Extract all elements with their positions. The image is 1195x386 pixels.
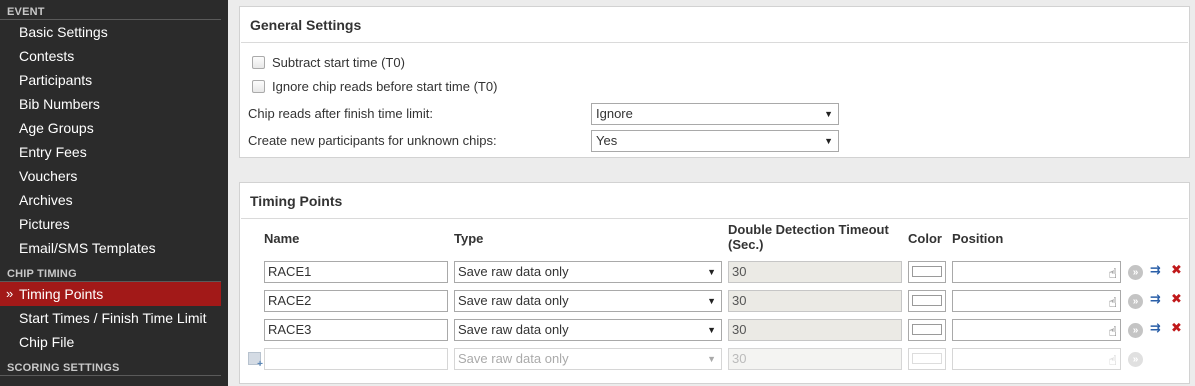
column-header-type: Type: [454, 231, 484, 246]
new-color-picker[interactable]: [908, 348, 946, 370]
column-header-position: Position: [952, 231, 1004, 246]
sidebar-item-chip-file[interactable]: Chip File: [0, 330, 228, 354]
sidebar-item-label: Timing Points: [19, 286, 104, 302]
hand-pointer-icon[interactable]: ☝: [1108, 321, 1117, 341]
color-picker[interactable]: [908, 319, 946, 341]
timing-table-header: Name Type Double Detection Timeout (Sec.…: [240, 219, 1189, 257]
sidebar-item-basic-settings[interactable]: Basic Settings: [0, 20, 228, 44]
new-timing-point-row: Save raw data only ▼ 30 ☝ »: [240, 344, 1189, 373]
chevron-down-icon: ▼: [824, 135, 833, 146]
go-button-icon[interactable]: »: [1128, 323, 1143, 338]
timing-points-panel: Timing Points Name Type Double Detection…: [239, 182, 1190, 384]
column-header-color: Color: [908, 231, 942, 246]
sidebar-item-start-times[interactable]: Start Times / Finish Time Limit: [0, 306, 228, 330]
double-detection-input[interactable]: 30: [728, 290, 902, 312]
chevron-down-icon: ▼: [707, 267, 716, 277]
sidebar-item-entry-fees[interactable]: Entry Fees: [0, 140, 228, 164]
chevron-down-icon: ▼: [707, 325, 716, 335]
new-timing-point-type-select[interactable]: Save raw data only ▼: [454, 348, 722, 370]
ignore-chip-reads-label: Ignore chip reads before start time (T0): [272, 78, 498, 94]
new-timing-point-name-input[interactable]: [264, 348, 448, 370]
subtract-start-time-label: Subtract start time (T0): [272, 54, 405, 70]
timing-point-name-input[interactable]: RACE1: [264, 261, 448, 283]
sidebar: EVENT Basic Settings Contests Participan…: [0, 0, 228, 386]
subtract-start-time-row: Subtract start time (T0): [240, 50, 1189, 74]
hand-pointer-icon[interactable]: ☝: [1108, 263, 1117, 283]
ignore-chip-reads-row: Ignore chip reads before start time (T0): [240, 74, 1189, 98]
finish-limit-value: Ignore: [596, 105, 633, 121]
active-marker-icon: »: [6, 286, 14, 301]
general-settings-panel: General Settings Subtract start time (T0…: [239, 6, 1190, 158]
color-picker[interactable]: [908, 261, 946, 283]
finish-limit-row: Chip reads after finish time limit: Igno…: [240, 100, 1189, 127]
timing-point-name-input[interactable]: RACE3: [264, 319, 448, 341]
timing-point-type-select[interactable]: Save raw data only ▼: [454, 319, 722, 341]
delete-icon[interactable]: ✖: [1171, 262, 1182, 278]
section-header-event: EVENT: [0, 5, 221, 20]
sidebar-item-email-sms-templates[interactable]: Email/SMS Templates: [0, 236, 228, 260]
double-detection-input[interactable]: 30: [728, 261, 902, 283]
table-row: RACE2 Save raw data only ▼ 30 ☝ » ⇉ ✖: [240, 286, 1189, 315]
new-double-detection-input[interactable]: 30: [728, 348, 902, 370]
section-header-chip-timing: CHIP TIMING: [0, 267, 221, 282]
link-icon[interactable]: ⇉: [1150, 320, 1161, 336]
unknown-chips-select[interactable]: Yes ▼: [591, 129, 839, 152]
go-button-icon[interactable]: »: [1128, 265, 1143, 280]
go-button-icon[interactable]: »: [1128, 294, 1143, 309]
position-input[interactable]: ☝: [952, 290, 1121, 312]
position-input[interactable]: ☝: [952, 319, 1121, 341]
delete-icon[interactable]: ✖: [1171, 291, 1182, 307]
sidebar-item-timing-points[interactable]: » Timing Points: [0, 282, 221, 306]
timing-point-name-input[interactable]: RACE2: [264, 290, 448, 312]
general-settings-title: General Settings: [241, 7, 1188, 43]
finish-limit-select[interactable]: Ignore ▼: [591, 102, 839, 125]
unknown-chips-label: Create new participants for unknown chip…: [248, 133, 497, 148]
sidebar-item-pictures[interactable]: Pictures: [0, 212, 228, 236]
sidebar-item-archives[interactable]: Archives: [0, 188, 228, 212]
column-header-double-detection: Double Detection Timeout (Sec.): [728, 222, 889, 252]
sidebar-item-participants[interactable]: Participants: [0, 68, 228, 92]
subtract-start-time-checkbox[interactable]: [252, 55, 265, 69]
column-header-name: Name: [264, 231, 300, 246]
table-row: RACE1 Save raw data only ▼ 30 ☝ » ⇉ ✖: [240, 257, 1189, 286]
chevron-down-icon: ▼: [824, 108, 833, 119]
link-icon[interactable]: ⇉: [1150, 262, 1161, 278]
sidebar-item-contests[interactable]: Contests: [0, 44, 228, 68]
sidebar-item-vouchers[interactable]: Vouchers: [0, 164, 228, 188]
ignore-chip-reads-checkbox[interactable]: [252, 79, 265, 93]
sidebar-item-bib-numbers[interactable]: Bib Numbers: [0, 92, 228, 116]
chevron-down-icon: ▼: [707, 354, 716, 364]
timing-point-type-select[interactable]: Save raw data only ▼: [454, 261, 722, 283]
add-row-icon[interactable]: [248, 352, 263, 370]
finish-limit-label: Chip reads after finish time limit:: [248, 106, 433, 121]
unknown-chips-value: Yes: [596, 132, 618, 148]
position-input[interactable]: ☝: [952, 261, 1121, 283]
delete-icon[interactable]: ✖: [1171, 320, 1182, 336]
table-row: RACE3 Save raw data only ▼ 30 ☝ » ⇉ ✖: [240, 315, 1189, 344]
hand-pointer-icon[interactable]: ☝: [1108, 350, 1117, 370]
section-header-scoring-settings: SCORING SETTINGS: [0, 361, 221, 376]
chevron-down-icon: ▼: [707, 296, 716, 306]
new-position-input[interactable]: ☝: [952, 348, 1121, 370]
unknown-chips-row: Create new participants for unknown chip…: [240, 127, 1189, 154]
link-icon[interactable]: ⇉: [1150, 291, 1161, 307]
go-button-icon[interactable]: »: [1128, 352, 1143, 367]
color-picker[interactable]: [908, 290, 946, 312]
sidebar-item-age-groups[interactable]: Age Groups: [0, 116, 228, 140]
double-detection-input[interactable]: 30: [728, 319, 902, 341]
hand-pointer-icon[interactable]: ☝: [1108, 292, 1117, 312]
timing-point-type-select[interactable]: Save raw data only ▼: [454, 290, 722, 312]
timing-points-title: Timing Points: [241, 183, 1188, 219]
